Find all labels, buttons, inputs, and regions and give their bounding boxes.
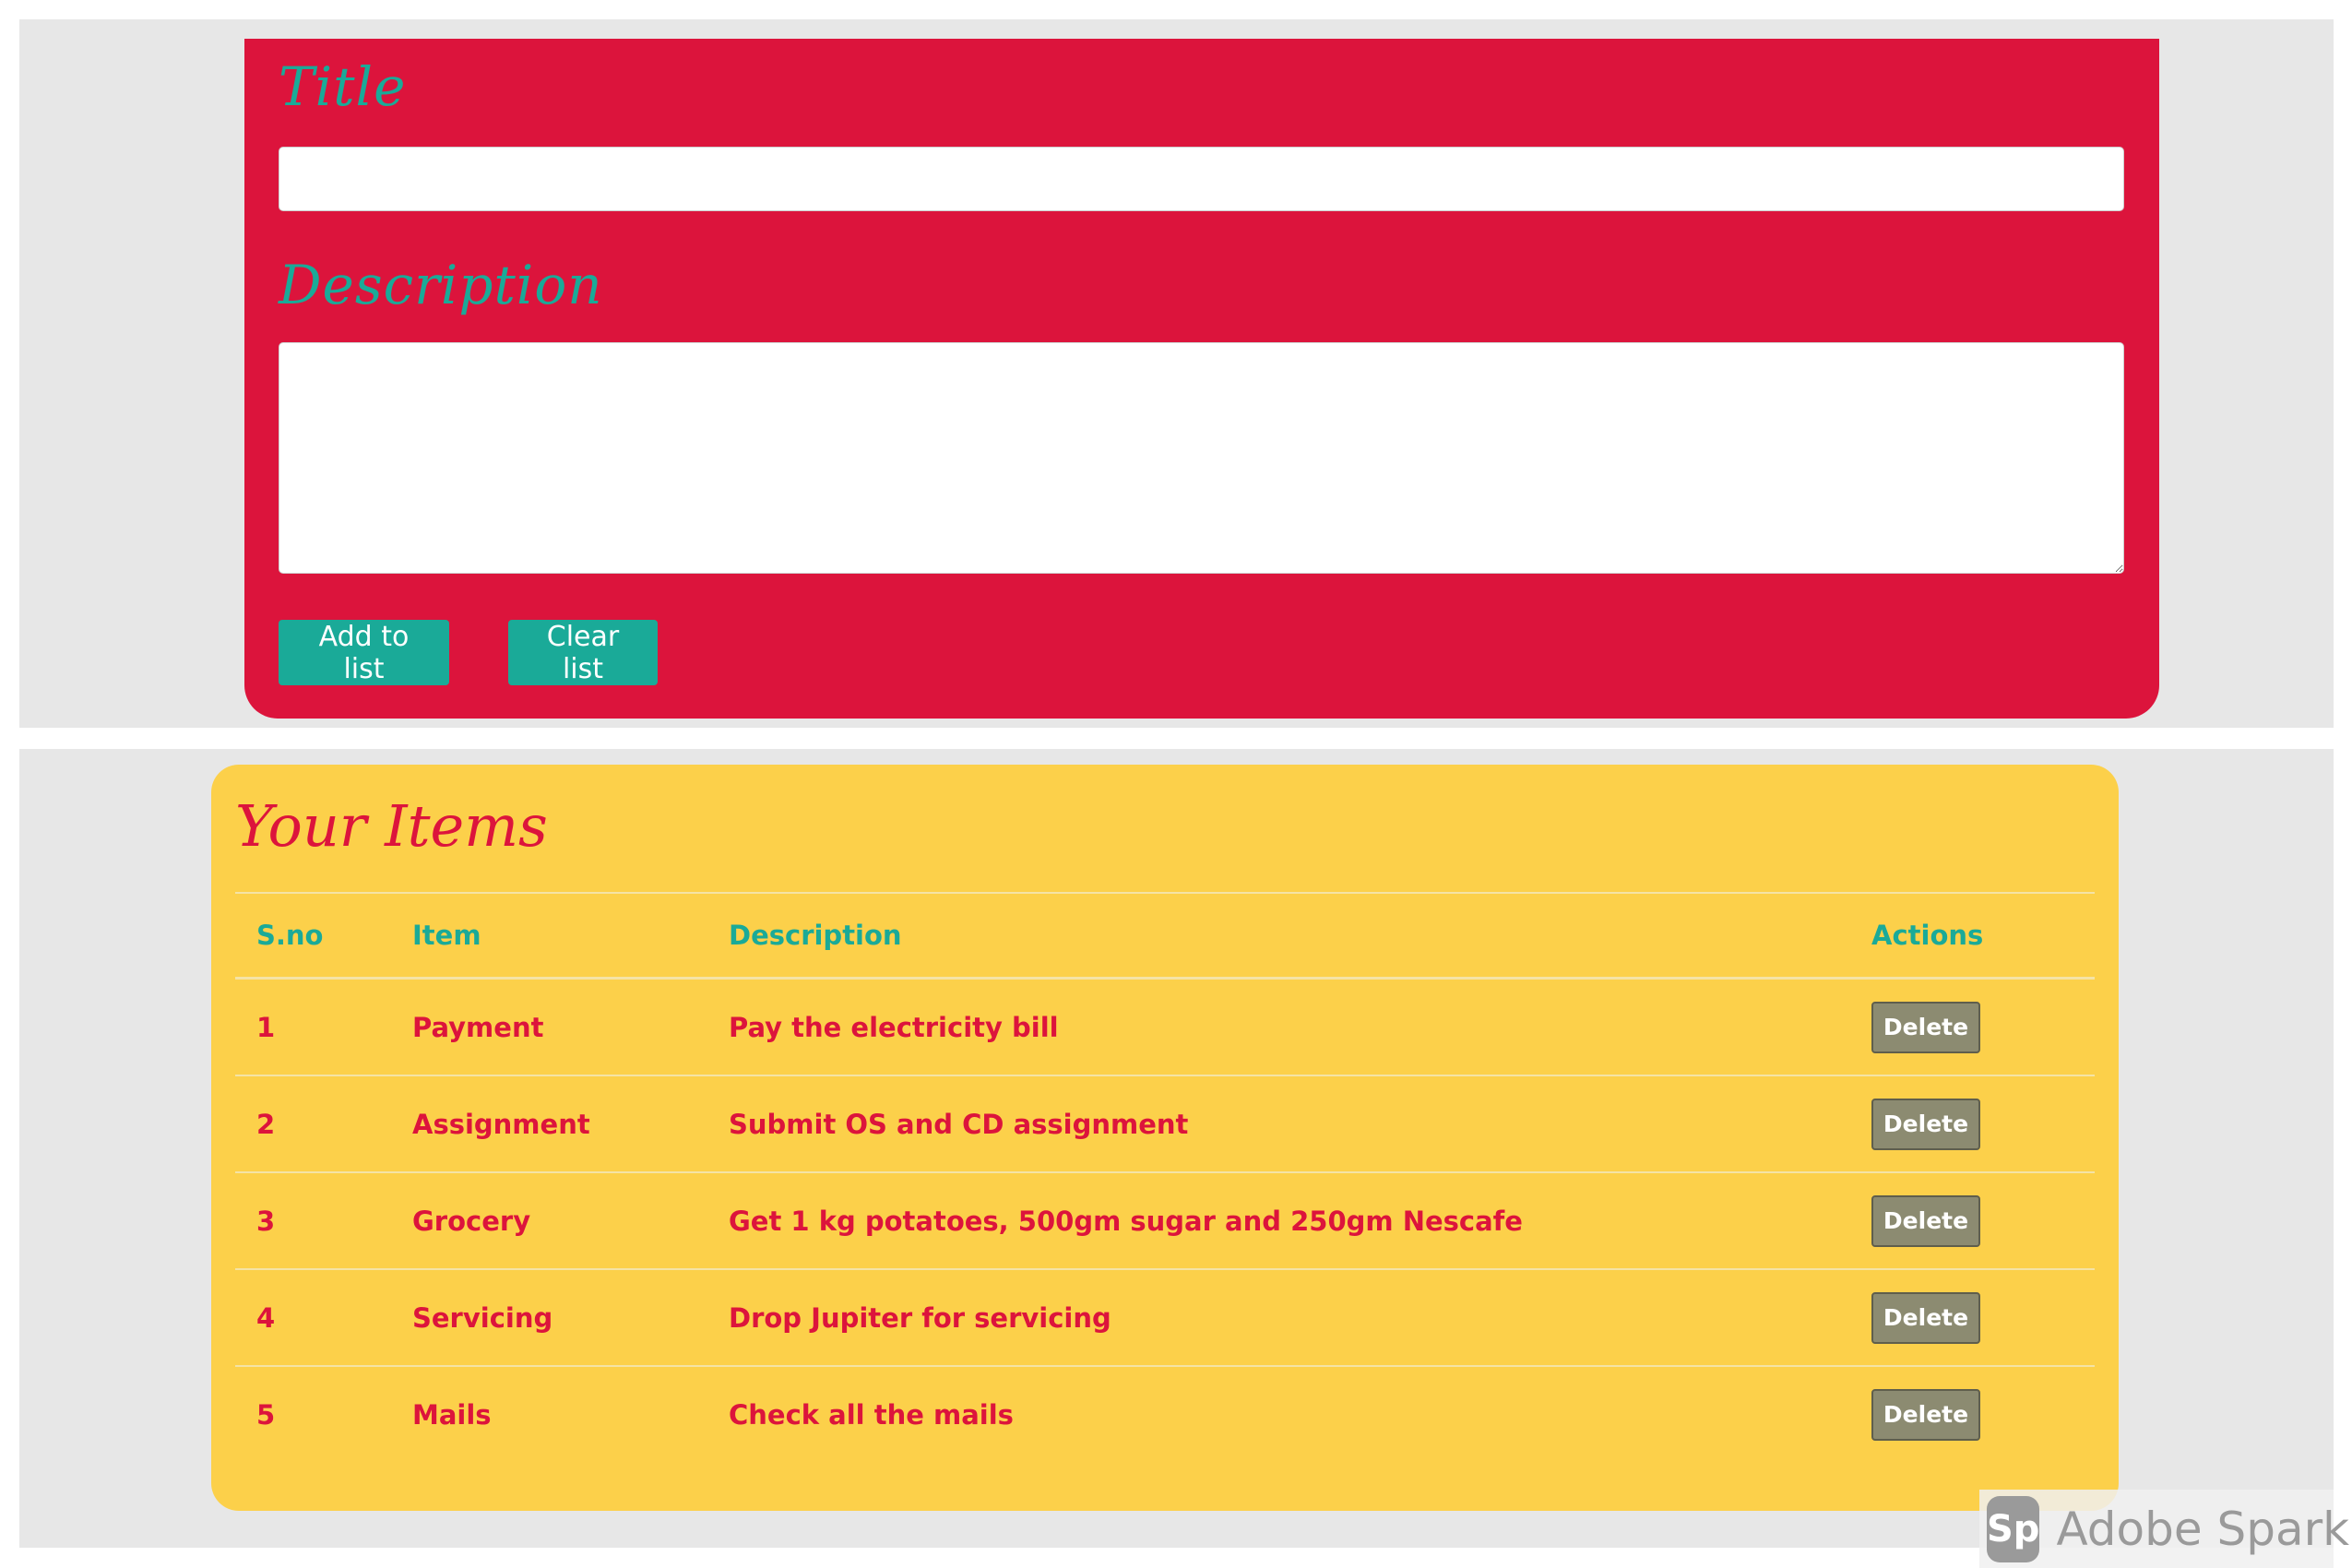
row-actions: Delete [1850,978,2095,1076]
row-item: Grocery [391,1172,707,1270]
row-sno: 3 [235,1172,391,1270]
row-item: Mails [412,1398,492,1431]
row-actions: Delete [1850,1366,2095,1462]
column-header-actions: Actions [1850,892,2095,980]
title-input[interactable] [279,147,2124,211]
row-description: Drop Jupiter for servicing [707,1269,1850,1367]
row-actions: Delete [1850,1269,2095,1367]
table-row: 3 Grocery Get 1 kg potatoes, 500gm sugar… [235,1172,2095,1270]
row-description: Pay the electricity bill [707,978,1850,1076]
row-sno: 4 [235,1269,391,1367]
form-panel: Title Description Add to list Clear list [19,19,2334,728]
row-description: Submit OS and CD assignment [707,1075,1850,1173]
column-header-item: Item [391,892,707,980]
title-label: Title [279,55,407,118]
list-heading: Your Items [235,792,548,860]
row-item: Assignment [391,1075,707,1173]
row-actions: Delete [1850,1172,2095,1270]
column-header-sno: S.no [235,892,391,980]
description-label: Description [279,254,603,316]
table-header-row: S.no Item Description Actions [235,892,2095,980]
items-table: S.no Item Description Actions 1 Payment … [235,892,2095,1462]
items-card: Your Items S.no Item Description Actions… [211,765,2119,1511]
delete-button[interactable]: Delete [1871,1001,1980,1053]
table-row: 4 Servicing Drop Jupiter for servicing D… [235,1269,2095,1367]
add-to-list-button[interactable]: Add to list [279,620,449,685]
add-item-form: Title Description Add to list Clear list [244,39,2159,719]
description-input[interactable] [279,342,2124,574]
row-sno: 2 [235,1075,391,1173]
row-sno: 5 [256,1398,276,1431]
delete-button[interactable]: Delete [1871,1388,1980,1441]
row-sno: 1 [235,978,391,1076]
row-item: Payment [391,978,707,1076]
delete-button[interactable]: Delete [1871,1098,1980,1150]
adobe-spark-watermark: Sp Adobe Spark [1979,1490,2349,1568]
watermark-text: Adobe Spark [2056,1502,2350,1556]
table-row: 5 Mails Check all the mails Delete [235,1366,2095,1462]
delete-button[interactable]: Delete [1871,1291,1980,1344]
column-header-description: Description [707,892,1850,980]
table-row: 1 Payment Pay the electricity bill Delet… [235,978,2095,1076]
row-actions: Delete [1850,1075,2095,1173]
clear-list-button[interactable]: Clear list [508,620,658,685]
row-description: Get 1 kg potatoes, 500gm sugar and 250gm… [707,1172,1850,1270]
adobe-spark-logo-icon: Sp [1987,1495,2040,1562]
delete-button[interactable]: Delete [1871,1194,1980,1247]
table-row: 2 Assignment Submit OS and CD assignment… [235,1075,2095,1173]
row-item: Servicing [391,1269,707,1367]
list-panel: Your Items S.no Item Description Actions… [19,749,2334,1548]
row-description: Check all the mails [729,1398,1014,1431]
